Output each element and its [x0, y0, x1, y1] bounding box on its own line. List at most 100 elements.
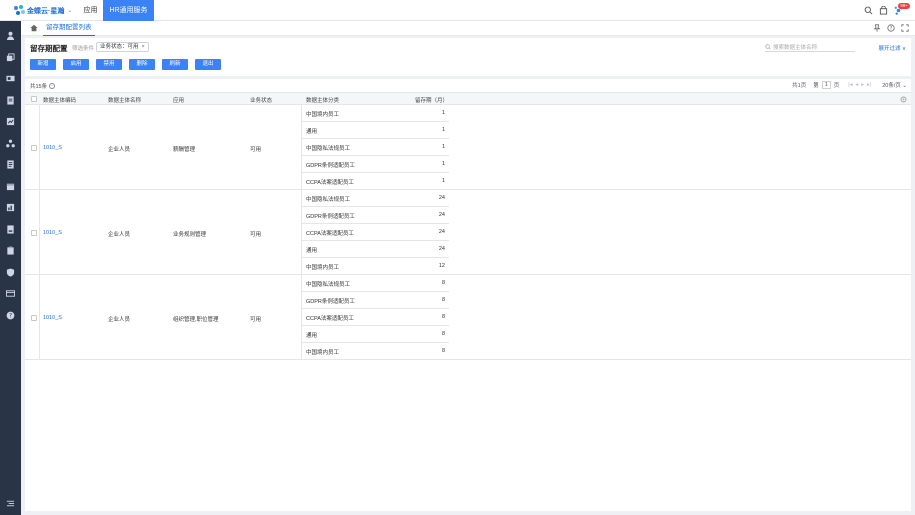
user-icon[interactable] — [6, 31, 15, 40]
exit-button[interactable]: 退出 — [195, 59, 221, 70]
file-list-icon[interactable] — [6, 160, 15, 169]
sidebar: ? — [0, 21, 21, 515]
table-row-group[interactable]: 1010_S 企业人员 组织管理,职位管理 可用 中国隐私法规员工 8 GDPR条例适配员工… — [25, 275, 911, 360]
select-all-checkbox[interactable] — [31, 96, 37, 102]
filter-label: 筛选条件 — [72, 46, 95, 52]
disable-button[interactable]: 禁用 — [96, 59, 122, 70]
row-retention: 24 — [438, 229, 445, 235]
app-logo[interactable]: 金蝶云·星瀚 ⌄ — [14, 4, 72, 17]
row-category: 通用 — [306, 129, 318, 135]
org-structure-icon[interactable] — [6, 139, 15, 148]
store-icon[interactable] — [879, 5, 888, 15]
tab-retention-list[interactable]: 留存期配置列表 — [43, 21, 95, 36]
top-bar: 金蝶云·星瀚 ⌄ 应用 HR通用服务 99+ — [0, 0, 915, 21]
chevron-down-icon[interactable]: ⌄ — [67, 7, 72, 14]
page-size-select[interactable]: 20条/页 ⌄ — [882, 81, 907, 89]
notification-icon[interactable]: 99+ — [894, 3, 910, 15]
pin-icon[interactable] — [873, 24, 881, 32]
table-row[interactable]: GDPR条例适配员工 8 — [302, 292, 449, 309]
filter-chip-label: 业务状态：可用 — [100, 44, 139, 50]
ledger-icon[interactable] — [6, 225, 15, 234]
table-row[interactable]: CCPA法案适配员工 24 — [302, 224, 449, 241]
info-icon[interactable]: ? — [887, 24, 895, 32]
col-status[interactable]: 业务状态 — [250, 96, 272, 104]
total-pages: 共1页 — [792, 83, 807, 89]
row-category: GDPR条例适配员工 — [306, 163, 355, 169]
table-row[interactable]: 中国隐私法规员工 24 — [302, 190, 449, 207]
close-icon[interactable]: × — [142, 44, 145, 50]
id-card-icon[interactable] — [6, 74, 15, 83]
table-row-group[interactable]: 1010_S 企业人员 薪酬管理 可用 中国境内员工 1 通用 1 中国隐私法规员工 1 GDPR条… — [25, 105, 911, 190]
row-retention: 8 — [441, 348, 445, 354]
svg-text:?: ? — [9, 314, 12, 320]
page-title: 留存期配置 — [30, 44, 68, 53]
tab-strip: 留存期配置列表 ? — [21, 21, 915, 36]
row-category: CCPA法案适配员工 — [306, 180, 354, 186]
refresh-button[interactable]: 刷新 — [162, 59, 188, 70]
prev-page-icon[interactable]: ◂ — [855, 82, 858, 88]
row-code-link[interactable]: 1010_S — [43, 315, 62, 321]
table-row[interactable]: GDPR条例适配员工 1 — [302, 156, 449, 173]
add-button[interactable]: 新增 — [30, 59, 56, 70]
row-checkbox[interactable] — [31, 230, 37, 236]
cards-icon[interactable] — [6, 53, 15, 62]
row-app: 业务规则管理 — [173, 232, 207, 238]
column-settings-icon[interactable] — [900, 96, 907, 103]
row-code-link[interactable]: 1010_S — [43, 230, 62, 236]
home-icon[interactable] — [30, 24, 38, 32]
collapse-menu-icon[interactable] — [6, 499, 15, 508]
table-row[interactable]: 中国境内员工 1 — [302, 105, 449, 122]
search-input[interactable]: 搜索数据主体名称 — [765, 43, 855, 52]
card-icon[interactable] — [6, 289, 15, 298]
table-row[interactable]: 中国隐私法规员工 1 — [302, 139, 449, 156]
col-name[interactable]: 数据主体名称 — [108, 96, 141, 104]
last-page-icon[interactable]: ▸| — [867, 82, 871, 88]
nav-app[interactable]: 应用 — [78, 0, 103, 21]
nav-hr-service[interactable]: HR通用服务 — [103, 0, 154, 21]
filter-chip-status[interactable]: 业务状态：可用 × — [96, 42, 149, 52]
table-row[interactable]: 中国隐私法规员工 8 — [302, 275, 449, 292]
row-category: 中国隐私法规员工 — [306, 197, 351, 203]
table-row[interactable]: CCPA法案适配员工 1 — [302, 173, 449, 190]
pagination: 共1页 第 1 页 |◂ ◂ ▸ ▸| 20条/页 ⌄ — [792, 81, 907, 89]
calendar-icon[interactable] — [6, 182, 15, 191]
table-row[interactable]: 中国境内员工 8 — [302, 343, 449, 360]
row-checkbox[interactable] — [31, 145, 37, 151]
table-row[interactable]: 通用 1 — [302, 122, 449, 139]
row-checkbox[interactable] — [31, 315, 37, 321]
table-row-group[interactable]: 1010_S 企业人员 业务规则管理 可用 中国隐私法规员工 24 GDPR条例适配员工 24… — [25, 190, 911, 275]
page-input[interactable]: 1 — [821, 81, 831, 89]
next-page-icon[interactable]: ▸ — [861, 82, 864, 88]
enable-button[interactable]: 启用 — [63, 59, 89, 70]
table-row[interactable]: GDPR条例适配员工 24 — [302, 207, 449, 224]
fullscreen-icon[interactable] — [901, 24, 909, 32]
row-retention: 24 — [438, 212, 445, 218]
shield-icon[interactable] — [6, 268, 15, 277]
clipboard-icon[interactable] — [6, 246, 15, 255]
row-retention: 1 — [441, 178, 445, 184]
col-retention[interactable]: 留存期（月） — [415, 96, 448, 104]
table-row[interactable]: CCPA法案适配员工 8 — [302, 309, 449, 326]
col-category[interactable]: 数据主体分类 — [306, 96, 339, 104]
report-icon[interactable] — [6, 117, 15, 126]
data-table: 数据主体编码 数据主体名称 应用 业务状态 数据主体分类 留存期（月） 1010… — [25, 92, 911, 360]
document-icon[interactable] — [6, 96, 15, 105]
help-icon[interactable]: ? — [6, 311, 15, 320]
refresh-count-icon[interactable]: − — [49, 83, 56, 89]
delete-button[interactable]: 删除 — [129, 59, 155, 70]
table-row[interactable]: 通用 24 — [302, 241, 449, 258]
row-code-link[interactable]: 1010_S — [43, 145, 62, 151]
table-row[interactable]: 中国境内员工 12 — [302, 258, 449, 275]
row-category: 中国境内员工 — [306, 112, 340, 118]
row-category: 中国境内员工 — [306, 350, 340, 356]
record-count: 共15条 − — [30, 82, 56, 90]
search-icon[interactable] — [864, 6, 873, 15]
row-retention: 8 — [441, 331, 445, 337]
table-row[interactable]: 通用 8 — [302, 326, 449, 343]
row-retention: 12 — [438, 263, 445, 269]
expand-filter-link[interactable]: 展开过滤 ∨ — [878, 44, 906, 52]
chart-doc-icon[interactable] — [6, 203, 15, 212]
first-page-icon[interactable]: |◂ — [848, 82, 852, 88]
col-code[interactable]: 数据主体编码 — [43, 96, 76, 104]
col-app[interactable]: 应用 — [173, 96, 184, 104]
